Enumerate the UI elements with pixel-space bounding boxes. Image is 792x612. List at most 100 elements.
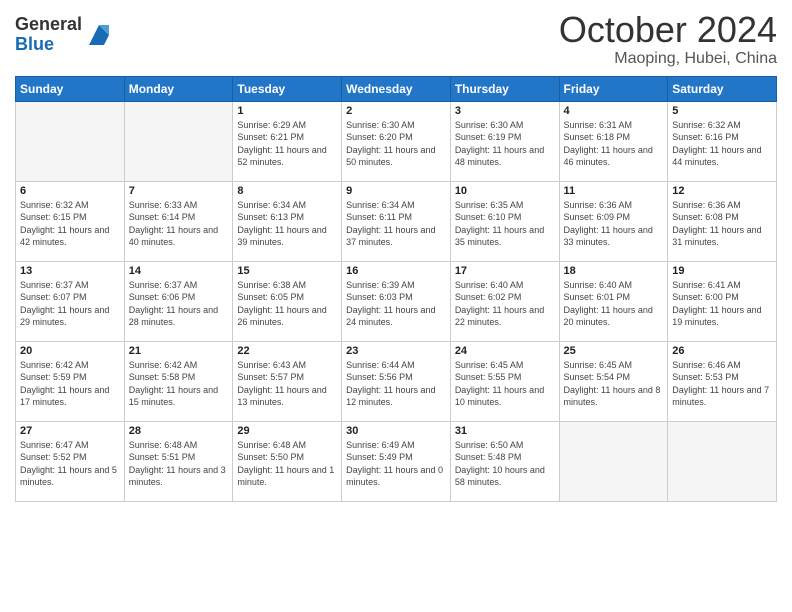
- calendar-week-row: 13Sunrise: 6:37 AMSunset: 6:07 PMDayligh…: [16, 261, 777, 341]
- day-number: 22: [237, 345, 337, 357]
- sun-info: Sunrise: 6:33 AMSunset: 6:14 PMDaylight:…: [129, 199, 229, 249]
- logo-content: General Blue: [15, 15, 114, 55]
- table-row: [16, 101, 125, 181]
- sun-info: Sunrise: 6:29 AMSunset: 6:21 PMDaylight:…: [237, 119, 337, 169]
- table-row: 5 Sunrise: 6:32 AMSunset: 6:16 PMDaylight…: [668, 101, 777, 181]
- day-number: 13: [20, 265, 120, 277]
- calendar-week-row: 6 Sunrise: 6:32 AMSunset: 6:15 PMDaylight…: [16, 181, 777, 261]
- table-row: 6 Sunrise: 6:32 AMSunset: 6:15 PMDaylight…: [16, 181, 125, 261]
- month-title: October 2024: [559, 10, 777, 50]
- sun-info: Sunrise: 6:44 AMSunset: 5:56 PMDaylight:…: [346, 359, 446, 409]
- day-number: 16: [346, 265, 446, 277]
- day-number: 28: [129, 425, 229, 437]
- day-number: 26: [672, 345, 772, 357]
- table-row: 31Sunrise: 6:50 AMSunset: 5:48 PMDayligh…: [450, 421, 559, 501]
- header-wednesday: Wednesday: [342, 76, 451, 101]
- day-number: 1: [237, 105, 337, 117]
- sun-info: Sunrise: 6:47 AMSunset: 5:52 PMDaylight:…: [20, 439, 120, 489]
- sun-info: Sunrise: 6:30 AMSunset: 6:20 PMDaylight:…: [346, 119, 446, 169]
- sun-info: Sunrise: 6:36 AMSunset: 6:08 PMDaylight:…: [672, 199, 772, 249]
- calendar-week-row: 27 Sunrise: 6:47 AMSunset: 5:52 PMDayligh…: [16, 421, 777, 501]
- day-number: 25: [564, 345, 664, 357]
- logo-icon: [84, 20, 114, 50]
- sun-info: Sunrise: 6:37 AMSunset: 6:06 PMDaylight:…: [129, 279, 229, 329]
- table-row: 10 Sunrise: 6:35 AMSunset: 6:10 PMDayligh…: [450, 181, 559, 261]
- title-section: October 2024 Maoping, Hubei, China: [559, 10, 777, 68]
- sun-info: Sunrise: 6:50 AMSunset: 5:48 PMDaylight:…: [455, 439, 555, 489]
- table-row: 23 Sunrise: 6:44 AMSunset: 5:56 PMDayligh…: [342, 341, 451, 421]
- sun-info: Sunrise: 6:40 AMSunset: 6:02 PMDaylight:…: [455, 279, 555, 329]
- calendar-week-row: 20Sunrise: 6:42 AMSunset: 5:59 PMDayligh…: [16, 341, 777, 421]
- sun-info: Sunrise: 6:40 AMSunset: 6:01 PMDaylight:…: [564, 279, 664, 329]
- day-number: 7: [129, 185, 229, 197]
- sun-info: Sunrise: 6:38 AMSunset: 6:05 PMDaylight:…: [237, 279, 337, 329]
- header-sunday: Sunday: [16, 76, 125, 101]
- sun-info: Sunrise: 6:30 AMSunset: 6:19 PMDaylight:…: [455, 119, 555, 169]
- table-row: 8 Sunrise: 6:34 AMSunset: 6:13 PMDaylight…: [233, 181, 342, 261]
- day-number: 12: [672, 185, 772, 197]
- sun-info: Sunrise: 6:42 AMSunset: 5:59 PMDaylight:…: [20, 359, 120, 409]
- table-row: 1 Sunrise: 6:29 AMSunset: 6:21 PMDaylight…: [233, 101, 342, 181]
- day-number: 5: [672, 105, 772, 117]
- sun-info: Sunrise: 6:31 AMSunset: 6:18 PMDaylight:…: [564, 119, 664, 169]
- table-row: 30 Sunrise: 6:49 AMSunset: 5:49 PMDayligh…: [342, 421, 451, 501]
- table-row: 25 Sunrise: 6:45 AMSunset: 5:54 PMDayligh…: [559, 341, 668, 421]
- calendar-header-row: Sunday Monday Tuesday Wednesday Thursday…: [16, 76, 777, 101]
- table-row: 3 Sunrise: 6:30 AMSunset: 6:19 PMDaylight…: [450, 101, 559, 181]
- day-number: 8: [237, 185, 337, 197]
- table-row: 26 Sunrise: 6:46 AMSunset: 5:53 PMDayligh…: [668, 341, 777, 421]
- calendar-week-row: 1 Sunrise: 6:29 AMSunset: 6:21 PMDaylight…: [16, 101, 777, 181]
- header: General Blue October 2024 Maoping, Hubei…: [15, 10, 777, 68]
- page-container: General Blue October 2024 Maoping, Hubei…: [0, 0, 792, 612]
- table-row: 15Sunrise: 6:38 AMSunset: 6:05 PMDayligh…: [233, 261, 342, 341]
- table-row: 29Sunrise: 6:48 AMSunset: 5:50 PMDayligh…: [233, 421, 342, 501]
- sun-info: Sunrise: 6:42 AMSunset: 5:58 PMDaylight:…: [129, 359, 229, 409]
- table-row: 17Sunrise: 6:40 AMSunset: 6:02 PMDayligh…: [450, 261, 559, 341]
- table-row: 16Sunrise: 6:39 AMSunset: 6:03 PMDayligh…: [342, 261, 451, 341]
- sun-info: Sunrise: 6:32 AMSunset: 6:15 PMDaylight:…: [20, 199, 120, 249]
- table-row: 14 Sunrise: 6:37 AMSunset: 6:06 PMDayligh…: [124, 261, 233, 341]
- sun-info: Sunrise: 6:36 AMSunset: 6:09 PMDaylight:…: [564, 199, 664, 249]
- table-row: 18 Sunrise: 6:40 AMSunset: 6:01 PMDayligh…: [559, 261, 668, 341]
- table-row: 11 Sunrise: 6:36 AMSunset: 6:09 PMDayligh…: [559, 181, 668, 261]
- day-number: 9: [346, 185, 446, 197]
- sun-info: Sunrise: 6:34 AMSunset: 6:13 PMDaylight:…: [237, 199, 337, 249]
- logo-text: General Blue: [15, 15, 82, 55]
- table-row: 22 Sunrise: 6:43 AMSunset: 5:57 PMDayligh…: [233, 341, 342, 421]
- day-number: 23: [346, 345, 446, 357]
- sun-info: Sunrise: 6:46 AMSunset: 5:53 PMDaylight:…: [672, 359, 772, 409]
- header-friday: Friday: [559, 76, 668, 101]
- day-number: 10: [455, 185, 555, 197]
- day-number: 29: [237, 425, 337, 437]
- table-row: 13Sunrise: 6:37 AMSunset: 6:07 PMDayligh…: [16, 261, 125, 341]
- sun-info: Sunrise: 6:49 AMSunset: 5:49 PMDaylight:…: [346, 439, 446, 489]
- day-number: 11: [564, 185, 664, 197]
- day-number: 14: [129, 265, 229, 277]
- logo: General Blue: [15, 15, 114, 55]
- day-number: 21: [129, 345, 229, 357]
- table-row: 7 Sunrise: 6:33 AMSunset: 6:14 PMDaylight…: [124, 181, 233, 261]
- day-number: 6: [20, 185, 120, 197]
- header-thursday: Thursday: [450, 76, 559, 101]
- table-row: 28Sunrise: 6:48 AMSunset: 5:51 PMDayligh…: [124, 421, 233, 501]
- calendar-table: Sunday Monday Tuesday Wednesday Thursday…: [15, 76, 777, 502]
- table-row: 20Sunrise: 6:42 AMSunset: 5:59 PMDayligh…: [16, 341, 125, 421]
- sun-info: Sunrise: 6:43 AMSunset: 5:57 PMDaylight:…: [237, 359, 337, 409]
- day-number: 27: [20, 425, 120, 437]
- table-row: 4Sunrise: 6:31 AMSunset: 6:18 PMDaylight…: [559, 101, 668, 181]
- table-row: [124, 101, 233, 181]
- table-row: 21 Sunrise: 6:42 AMSunset: 5:58 PMDayligh…: [124, 341, 233, 421]
- day-number: 2: [346, 105, 446, 117]
- day-number: 3: [455, 105, 555, 117]
- table-row: 19Sunrise: 6:41 AMSunset: 6:00 PMDayligh…: [668, 261, 777, 341]
- day-number: 30: [346, 425, 446, 437]
- table-row: 12 Sunrise: 6:36 AMSunset: 6:08 PMDayligh…: [668, 181, 777, 261]
- day-number: 18: [564, 265, 664, 277]
- sun-info: Sunrise: 6:45 AMSunset: 5:54 PMDaylight:…: [564, 359, 664, 409]
- sun-info: Sunrise: 6:35 AMSunset: 6:10 PMDaylight:…: [455, 199, 555, 249]
- sun-info: Sunrise: 6:32 AMSunset: 6:16 PMDaylight:…: [672, 119, 772, 169]
- table-row: [559, 421, 668, 501]
- table-row: 27 Sunrise: 6:47 AMSunset: 5:52 PMDayligh…: [16, 421, 125, 501]
- day-number: 24: [455, 345, 555, 357]
- header-monday: Monday: [124, 76, 233, 101]
